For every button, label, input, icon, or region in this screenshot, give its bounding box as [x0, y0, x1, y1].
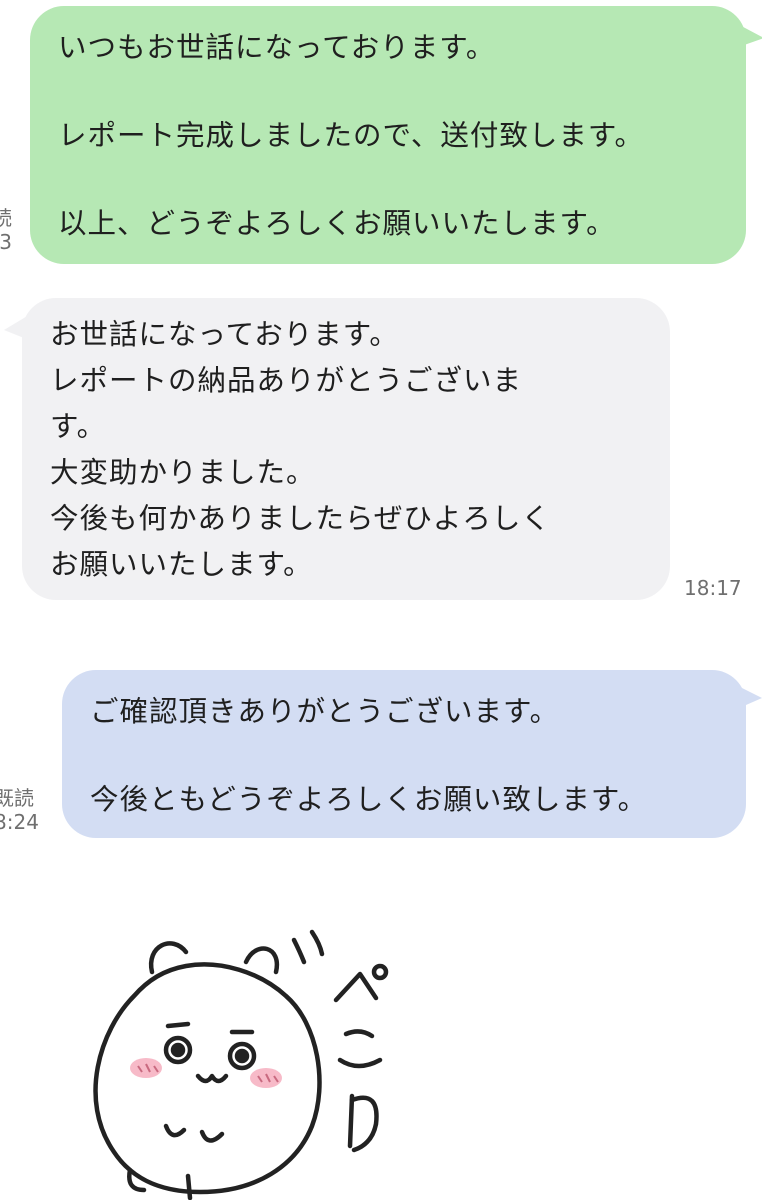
- message-time: 18:17: [684, 576, 742, 600]
- message-time: 8:24: [0, 810, 39, 834]
- read-status-3: 既読 8:24: [0, 786, 39, 834]
- hamster-icon: [93, 929, 389, 1201]
- message-time: 3: [0, 230, 12, 254]
- read-status-1: 読 3: [0, 206, 12, 254]
- message-bubble-sent[interactable]: いつもお世話になっております。 レポート完成しましたので、送付致します。 以上、…: [30, 6, 746, 264]
- bowing-hamster-sticker[interactable]: [60, 900, 400, 1201]
- message-bubble-received[interactable]: お世話になっております。 レポートの納品ありがとうございま す。 大変助かりまし…: [22, 298, 670, 600]
- read-label: 既読: [0, 786, 34, 810]
- message-bubble-sent[interactable]: ご確認頂きありがとうございます。 今後ともどうぞよろしくお願い致します。: [62, 670, 746, 838]
- read-label: 読: [0, 206, 12, 230]
